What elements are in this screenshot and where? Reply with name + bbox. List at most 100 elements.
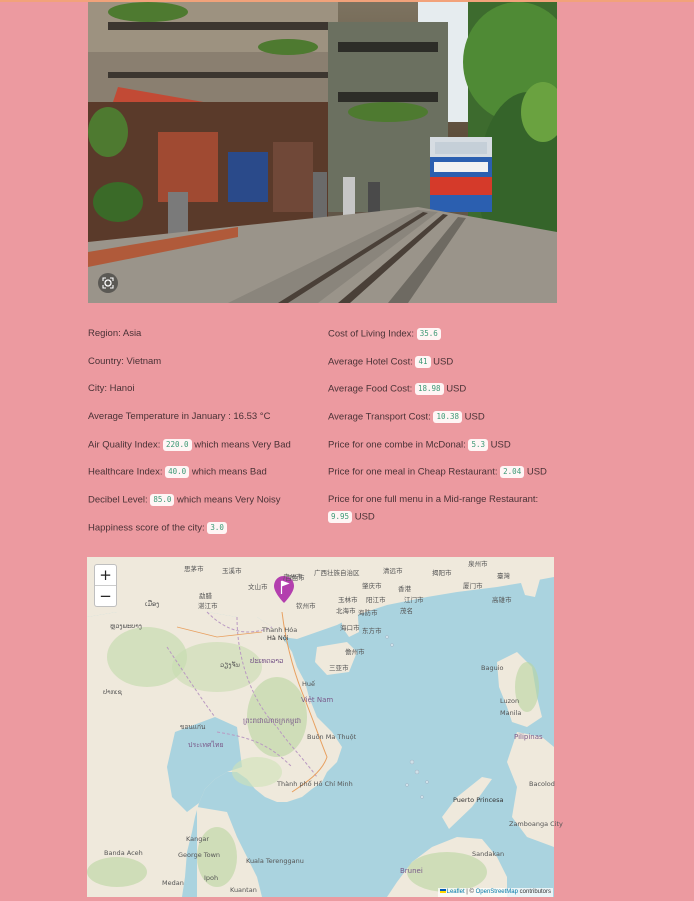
map-label-qingyuan: 清远市 xyxy=(383,567,403,575)
map-label-baguio: Baguio xyxy=(481,664,504,672)
food-cost-value: 18.98 xyxy=(414,383,444,395)
map-label-pilipinas: Pilipinas xyxy=(514,733,543,741)
map-zoom-control: + − xyxy=(94,564,117,607)
zoom-out-button[interactable]: − xyxy=(95,586,116,606)
map-label-nanning: 钦州市 xyxy=(296,602,316,610)
temperature-text: Average Temperature in January : 16.53 °… xyxy=(88,411,270,423)
food-cost-text: Average Food Cost: 18.98 USD xyxy=(328,383,466,396)
food-cost-unit: USD xyxy=(446,383,467,395)
map-label-brunei: Brunei xyxy=(400,867,423,875)
map-label-shantou: 揭阳市 xyxy=(432,569,452,577)
leaflet-flag-icon xyxy=(439,889,446,894)
map-label-yangjiang: 阳江市 xyxy=(366,596,386,604)
map-label-haikou: 海口市 xyxy=(340,624,360,632)
midrange-menu-price-text: Price for one full menu in a Mid-range R… xyxy=(328,494,538,506)
map-label-cambodia: ព្រះរាជាណាចក្រកម្ពុជា xyxy=(243,717,302,725)
osm-link[interactable]: OpenStreetMap xyxy=(476,889,518,895)
map-view[interactable] xyxy=(87,557,554,897)
map-label-luang-prabang: ຫຼວງພະບາງ xyxy=(110,622,142,630)
healthcare-label: Healthcare Index: xyxy=(88,466,163,478)
healthcare-value: 40.0 xyxy=(165,466,190,478)
map-label-xiamen: 厦门市 xyxy=(463,582,483,590)
cost-of-living-text: Cost of Living Index: 35.6 xyxy=(328,328,441,341)
map-label-sanya: 三亚市 xyxy=(329,664,349,672)
map-label-yulin: 玉林市 xyxy=(338,596,358,604)
map-label-hanoi: Hà Nội xyxy=(267,634,289,642)
air-quality-text: Air Quality Index: 220.0 which means Ver… xyxy=(88,439,291,452)
transport-cost-text: Average Transport Cost: 10.38 USD xyxy=(328,411,485,424)
map-label-thanh-hoa: Thanh Hóa xyxy=(262,626,298,634)
map-label-ipoh: Ipoh xyxy=(204,874,219,882)
mcdonalds-price-label: Price for one combe in McDonal: xyxy=(328,439,466,451)
healthcare-text: Healthcare Index: 40.0 which means Bad xyxy=(88,466,267,479)
map-label-taiwan: 臺灣 xyxy=(497,572,510,580)
decibel-text: Decibel Level: 85.0 which means Very Noi… xyxy=(88,494,281,507)
map-label-luzon: Luzon xyxy=(500,697,520,705)
air-quality-label: Air Quality Index: xyxy=(88,439,161,451)
map-label-kuantan: Kuantan xyxy=(230,886,257,894)
air-quality-value: 220.0 xyxy=(162,439,192,451)
city-photo xyxy=(88,2,557,303)
midrange-menu-price-value-row: 9.95 USD xyxy=(328,511,375,524)
map-label-hcm: Thành phố Hồ Chí Minh xyxy=(277,780,353,788)
food-cost-label: Average Food Cost: xyxy=(328,383,413,395)
map-label-kuala-terengganu: Kuala Terengganu xyxy=(246,857,304,865)
map-label-dongfang-2: 儋州市 xyxy=(345,648,365,656)
map-label-hong-kong: 香港 xyxy=(398,585,411,593)
cheap-meal-price-value: 2.04 xyxy=(500,466,525,478)
attribution-separator: | © xyxy=(464,889,476,895)
map-label-zhaoqing: 肇庆市 xyxy=(362,582,382,590)
map-label-beihai: 北海市 xyxy=(336,607,356,615)
happiness-label: Happiness score of the city: xyxy=(88,522,205,534)
country-text: Country: Vietnam xyxy=(88,356,161,368)
map-label-guangxi: 广西壮族自治区 xyxy=(314,569,360,577)
hotel-cost-unit: USD xyxy=(433,356,454,368)
map-label-sandakan: Sandakan xyxy=(472,850,505,858)
map-label-george-town: George Town xyxy=(178,851,221,859)
map-label-lai-chau: ເມືອງ xyxy=(145,600,160,608)
map-label-vientiane: ວຽງຈັນ xyxy=(220,661,240,669)
map-label-mengla: 勐腊 xyxy=(199,592,212,600)
leaflet-link[interactable]: Leaflet xyxy=(447,889,465,895)
happiness-value: 3.0 xyxy=(207,522,227,534)
image-fullscreen-button[interactable] xyxy=(98,273,118,293)
map-label-buon-ma-thuot: Buôn Ma Thuột xyxy=(307,733,357,741)
map-label-guangzhou: 广州市 xyxy=(283,573,303,581)
hotel-cost-label: Average Hotel Cost: xyxy=(328,356,413,368)
transport-cost-unit: USD xyxy=(464,411,485,423)
map-label-pakse: ປາກເຊ xyxy=(103,688,122,696)
midrange-menu-price-label: Price for one full menu in a Mid-range R… xyxy=(328,494,539,505)
map-label-zhanjiang: 湛江市 xyxy=(198,602,218,610)
map-label-thailand: ประเทศไทย xyxy=(188,741,224,749)
transport-cost-value: 10.38 xyxy=(433,411,463,423)
zoom-in-button[interactable]: + xyxy=(95,565,116,585)
city-text: City: Hanoi xyxy=(88,383,134,395)
map-label-medan: Medan xyxy=(162,879,184,887)
mcdonalds-price-value: 5.3 xyxy=(468,439,488,451)
map-label-bacolod: Bacolod xyxy=(529,780,555,788)
transport-cost-label: Average Transport Cost: xyxy=(328,411,431,423)
decibel-value: 85.0 xyxy=(150,494,175,506)
map-label-quanzhou: 泉州市 xyxy=(468,560,488,568)
temperature-label: Average Temperature in January : 16.53 °… xyxy=(88,411,271,422)
map-label-xishuang: 思茅市 xyxy=(184,565,204,573)
cost-of-living-value: 35.6 xyxy=(416,328,441,340)
map-label-khon-kaen: ขอนแก่น xyxy=(180,723,206,731)
mcdonalds-price-text: Price for one combe in McDonal: 5.3 USD xyxy=(328,439,511,452)
cost-of-living-label: Cost of Living Index: xyxy=(328,328,415,340)
map-label-hai-phong: 海防市 xyxy=(358,609,378,617)
cheap-meal-price-label: Price for one meal in Cheap Restaurant: xyxy=(328,466,498,478)
map-label-laos: ປະເທດລາວ xyxy=(250,657,284,665)
map-label-maoming: 茂名 xyxy=(400,607,413,615)
hotel-cost-value: 41 xyxy=(415,356,431,368)
region-text: Region: Asia xyxy=(88,328,141,340)
map-label-zamboanga: Zamboanga City xyxy=(509,820,563,828)
decibel-label: Decibel Level: xyxy=(88,494,148,506)
city-label: City: Hanoi xyxy=(88,383,135,394)
map-label-jiangmen: 江门市 xyxy=(404,596,424,604)
map-label-manila: Manila xyxy=(500,709,522,717)
map-attribution: Leaflet | © OpenStreetMap contributors xyxy=(437,888,553,897)
map-label-dongfang: 东方市 xyxy=(362,627,382,635)
decibel-meaning: which means Very Noisy xyxy=(177,494,281,506)
country-label: Country: Vietnam xyxy=(88,356,162,367)
